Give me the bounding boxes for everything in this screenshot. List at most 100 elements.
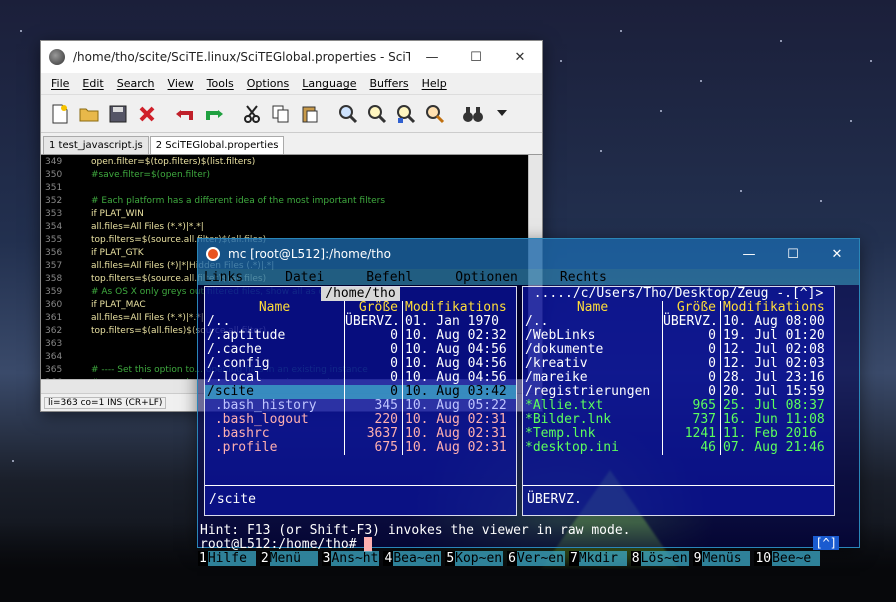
menu-language[interactable]: Language [296, 77, 363, 90]
tab-sciteglobal-properties[interactable]: 2 SciTEGlobal.properties [149, 136, 285, 154]
file-row[interactable]: *Temp.lnk 1241 11. Feb 2016 [523, 427, 834, 441]
menu-search[interactable]: Search [111, 77, 162, 90]
new-file-icon[interactable] [47, 101, 73, 127]
cut-icon[interactable] [239, 101, 265, 127]
line-number: 363 [45, 338, 63, 349]
maximize-button[interactable]: ☐ [454, 41, 498, 73]
fkey-2[interactable]: 2 Menü [259, 551, 318, 566]
fkey-3[interactable]: 3 Ans~ht [321, 551, 380, 566]
mc-menu-datei[interactable]: Datei [285, 270, 324, 285]
fkey-9[interactable]: 9 Menüs [692, 551, 751, 566]
find-next-icon[interactable] [364, 101, 390, 127]
code-line[interactable]: 353 if PLAT_WIN [41, 207, 542, 220]
menu-view[interactable]: View [162, 77, 201, 90]
file-row[interactable]: *desktop.ini 46 07. Aug 21:46 [523, 441, 834, 455]
fkey-1[interactable]: 1 Hilfe [198, 551, 256, 566]
scite-titlebar[interactable]: /home/tho/scite/SciTE.linux/SciTEGlobal.… [41, 41, 542, 73]
col-mtime[interactable]: Modifikations [721, 301, 831, 315]
menu-file[interactable]: File [45, 77, 76, 90]
file-row[interactable]: /dokumente 0 12. Jul 02:08 [523, 343, 834, 357]
save-icon[interactable] [105, 101, 131, 127]
fkey-number: 5 [445, 551, 456, 566]
file-row[interactable]: /.cache 0 10. Aug 04:56 [205, 343, 516, 357]
find-in-files-icon[interactable] [422, 101, 448, 127]
minimize-button[interactable]: — [410, 41, 454, 73]
file-row[interactable]: /mareike 0 28. Jul 23:16 [523, 371, 834, 385]
menu-tools[interactable]: Tools [201, 77, 241, 90]
mc-titlebar[interactable]: mc [root@L512]:/home/tho — ☐ ✕ [198, 239, 859, 269]
fkey-7[interactable]: 7 Mkdir [568, 551, 627, 566]
fkey-label: Lös~en [640, 551, 689, 566]
replace-icon[interactable] [393, 101, 419, 127]
col-name[interactable]: Name [205, 301, 345, 315]
mc-menu-links[interactable]: Links [204, 270, 243, 285]
paste-icon[interactable] [297, 101, 323, 127]
cursor: _ [364, 537, 373, 552]
file-mtime: 10. Aug 04:56 [405, 370, 507, 385]
file-row[interactable]: /.aptitude 0 10. Aug 02:32 [205, 329, 516, 343]
fkey-8[interactable]: 8 Lös~en [630, 551, 689, 566]
left-panel-columns: Name Größe Modifikations [205, 301, 516, 315]
mc-maximize-button[interactable]: ☐ [771, 238, 815, 270]
tab-test-javascript[interactable]: 1 test_javascript.js [43, 136, 149, 154]
left-file-list: /.. ÜBERVZ. 01. Jan 1970/.aptitude 0 10. Aug… [205, 315, 516, 455]
file-row[interactable]: .bash_history 345 10. Aug 05:22 [205, 399, 516, 413]
redo-icon[interactable] [201, 101, 227, 127]
col-size[interactable]: Größe [345, 301, 403, 315]
fkey-6[interactable]: 6 Ver~en [507, 551, 565, 566]
file-row[interactable]: *Bilder.lnk 737 16. Jun 11:08 [523, 413, 834, 427]
file-row[interactable]: /.config 0 10. Aug 04:56 [205, 357, 516, 371]
right-file-panel[interactable]: ...../c/Users/Tho/Desktop/Zeug -.[^]> Na… [522, 286, 835, 516]
file-row[interactable]: /.. ÜBERVZ. 01. Jan 1970 [205, 315, 516, 329]
dropdown-arrow-icon[interactable] [489, 101, 515, 127]
mc-minimize-button[interactable]: — [727, 238, 771, 270]
file-name: *Bilder.lnk [523, 413, 663, 427]
history-caret-button[interactable]: [^] [813, 536, 839, 550]
code-line[interactable]: 350 #save.filter=$(open.filter) [41, 168, 542, 181]
undo-icon[interactable] [172, 101, 198, 127]
file-row[interactable]: .profile 675 10. Aug 02:31 [205, 441, 516, 455]
file-row[interactable]: /registrierungen 0 20. Jul 15:59 [523, 385, 834, 399]
mc-menu-optionen[interactable]: Optionen [455, 270, 518, 285]
prompt-text: root@L512:/home/tho# [200, 537, 365, 552]
file-row[interactable]: /WebLinks 0 19. Jul 01:20 [523, 329, 834, 343]
mc-menu-rechts[interactable]: Rechts [560, 270, 607, 285]
mc-close-button[interactable]: ✕ [815, 238, 859, 270]
file-row[interactable]: /scite 0 10. Aug 03:42 [205, 385, 516, 399]
open-folder-icon[interactable] [76, 101, 102, 127]
shell-prompt[interactable]: root@L512:/home/tho# _ [200, 537, 373, 552]
terminal-area[interactable]: Links Datei Befehl Optionen Rechts /home… [198, 269, 859, 566]
col-size[interactable]: Größe [663, 301, 721, 315]
right-panel-columns: Name Größe Modifikations [523, 301, 834, 315]
binoculars-icon[interactable] [460, 101, 486, 127]
fkey-5[interactable]: 5 Kop~en [445, 551, 504, 566]
find-icon[interactable] [335, 101, 361, 127]
code-line[interactable]: 352 # Each platform has a different idea … [41, 194, 542, 207]
file-row[interactable]: /.local 0 10. Aug 04:56 [205, 371, 516, 385]
col-name[interactable]: Name [523, 301, 663, 315]
fkey-number: 6 [507, 551, 517, 566]
code-line[interactable]: 351 [41, 181, 542, 194]
file-row[interactable]: *Allie.txt 965 25. Jul 08:37 [523, 399, 834, 413]
copy-icon[interactable] [268, 101, 294, 127]
file-row[interactable]: /kreativ 0 12. Jul 02:03 [523, 357, 834, 371]
menu-help[interactable]: Help [416, 77, 454, 90]
close-button[interactable]: ✕ [498, 41, 542, 73]
col-mtime[interactable]: Modifikations [403, 301, 513, 315]
fkey-4[interactable]: 4 Bea~en [383, 551, 442, 566]
menu-options[interactable]: Options [241, 77, 296, 90]
fkey-number: 9 [692, 551, 703, 566]
file-row[interactable]: .bashrc 3637 10. Aug 02:31 [205, 427, 516, 441]
line-number: 361 [45, 312, 63, 323]
close-icon[interactable] [134, 101, 160, 127]
menu-buffers[interactable]: Buffers [364, 77, 416, 90]
code-line[interactable]: 349 open.filter=$(top.filters)$(list.filt… [41, 155, 542, 168]
left-file-panel[interactable]: /home/tho Name Größe Modifikations /.. ÜB… [204, 286, 517, 516]
file-row[interactable]: /.. ÜBERVZ. 10. Aug 08:00 [523, 315, 834, 329]
file-row[interactable]: .bash_logout 220 10. Aug 02:31 [205, 413, 516, 427]
mc-menu-befehl[interactable]: Befehl [366, 270, 413, 285]
code-line[interactable]: 354 all.files=All Files (*.*)|*.*| [41, 220, 542, 233]
menu-edit[interactable]: Edit [76, 77, 110, 90]
code-text: if PLAT_GTK [91, 247, 144, 258]
fkey-10[interactable]: 10 Bee~e [754, 551, 821, 566]
